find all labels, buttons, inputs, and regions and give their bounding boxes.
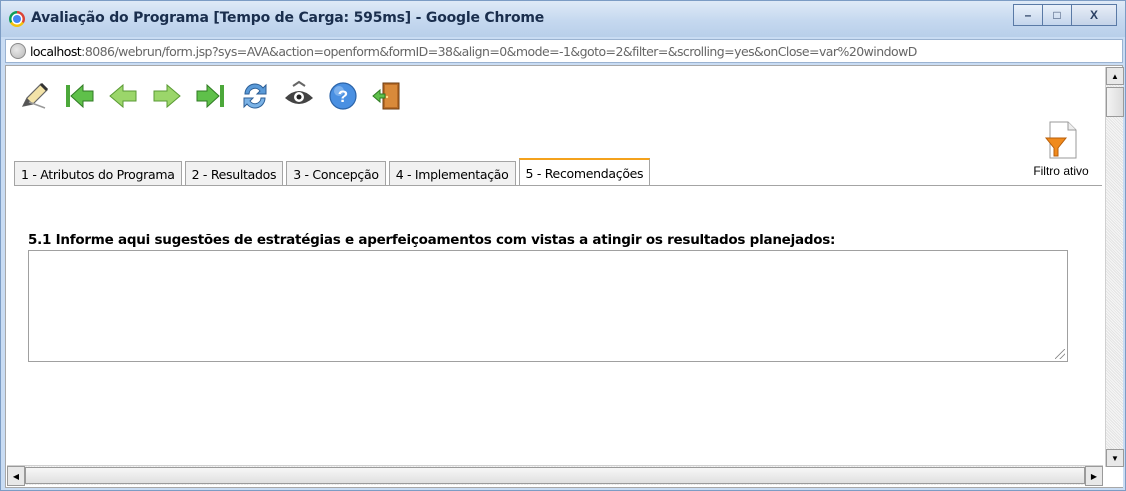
address-bar[interactable]: localhost:8086/webrun/form.jsp?sys=AVA&a…	[5, 39, 1123, 63]
search-icon[interactable]	[282, 79, 316, 113]
url-host: localhost	[30, 44, 82, 59]
tab-concepcao[interactable]: 3 - Concepção	[286, 161, 386, 186]
tab-implementacao[interactable]: 4 - Implementação	[388, 161, 516, 186]
page-content: ? Filtro ativo 1 - Atributos do Programa…	[5, 65, 1123, 488]
last-record-icon[interactable]	[194, 79, 228, 113]
resize-grip-icon[interactable]	[1055, 349, 1065, 359]
first-record-icon[interactable]	[62, 79, 96, 113]
minimize-button[interactable]: –	[1013, 4, 1043, 26]
edit-pencil-icon[interactable]	[18, 79, 52, 113]
vertical-scrollbar[interactable]: ▲ ▼	[1105, 67, 1124, 467]
refresh-icon[interactable]	[238, 79, 272, 113]
maximize-button[interactable]: □	[1042, 4, 1072, 26]
vertical-scroll-thumb[interactable]	[1106, 87, 1124, 117]
url-text[interactable]: localhost:8086/webrun/form.jsp?sys=AVA&a…	[30, 44, 917, 59]
filter-funnel-icon	[1044, 120, 1078, 160]
scroll-left-arrow-icon[interactable]: ◀	[7, 466, 25, 486]
scroll-up-arrow-icon[interactable]: ▲	[1106, 67, 1124, 85]
scroll-down-arrow-icon[interactable]: ▼	[1106, 449, 1124, 467]
scroll-right-arrow-icon[interactable]: ▶	[1085, 466, 1103, 486]
scrollbar-corner	[1105, 467, 1123, 487]
close-button[interactable]: X	[1071, 4, 1117, 26]
window-controls: – □ X	[1013, 4, 1117, 26]
tab-atributos[interactable]: 1 - Atributos do Programa	[14, 161, 182, 186]
answer-textarea[interactable]	[28, 250, 1068, 362]
chrome-logo-icon	[9, 11, 25, 27]
previous-record-icon[interactable]	[106, 79, 140, 113]
globe-icon	[10, 43, 26, 59]
tab-divider	[14, 185, 1102, 186]
url-path: :8086/webrun/form.jsp?sys=AVA&action=ope…	[81, 44, 917, 59]
tab-recomendacoes[interactable]: 5 - Recomendações	[518, 158, 651, 186]
filter-label: Filtro ativo	[1033, 164, 1089, 178]
title-bar: Avaliação do Programa [Tempo de Carga: 5…	[1, 1, 1125, 37]
window-title: Avaliação do Programa [Tempo de Carga: 5…	[31, 10, 545, 26]
next-record-icon[interactable]	[150, 79, 184, 113]
form-toolbar: ?	[18, 74, 404, 118]
svg-text:?: ?	[338, 87, 348, 106]
tab-resultados[interactable]: 2 - Resultados	[184, 161, 284, 186]
exit-door-icon[interactable]	[370, 79, 404, 113]
help-icon[interactable]: ?	[326, 79, 360, 113]
tab-bar: 1 - Atributos do Programa 2 - Resultados…	[14, 158, 653, 186]
horizontal-scrollbar[interactable]: ◀ ▶	[7, 465, 1103, 486]
horizontal-scroll-thumb[interactable]	[25, 467, 1085, 484]
browser-window: Avaliação do Programa [Tempo de Carga: 5…	[0, 0, 1126, 491]
question-label: 5.1 Informe aqui sugestões de estratégia…	[28, 232, 836, 248]
filter-indicator[interactable]: Filtro ativo	[1018, 120, 1104, 178]
